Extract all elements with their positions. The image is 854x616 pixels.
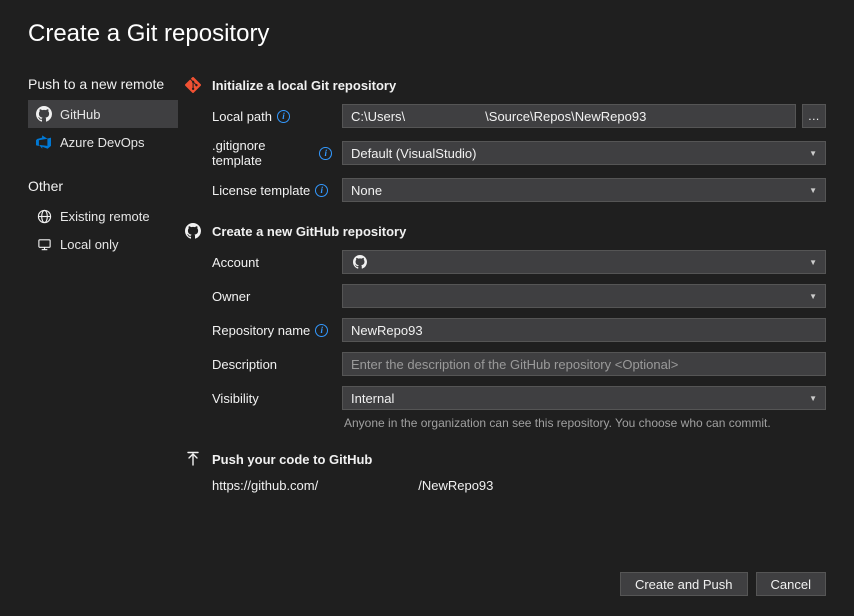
cancel-button[interactable]: Cancel [756,572,826,596]
local-path-prefix: C:\Users\ [351,109,405,124]
section-title-initialize: Initialize a local Git repository [212,78,396,93]
license-combo[interactable]: None ▼ [342,178,826,202]
repo-name-input[interactable] [342,318,826,342]
chevron-down-icon: ▼ [809,258,817,267]
info-icon[interactable]: i [315,324,328,337]
create-and-push-button[interactable]: Create and Push [620,572,748,596]
local-path-input[interactable]: C:\Users\ \Source\Repos\NewRepo93 [342,104,796,128]
github-icon [184,222,202,240]
visibility-label: Visibility [212,391,332,406]
account-label: Account [212,255,332,270]
owner-label: Owner [212,289,332,304]
browse-button[interactable]: ... [802,104,826,128]
footer: Create and Push Cancel [28,560,826,596]
info-icon[interactable]: i [277,110,290,123]
license-label: License template i [212,183,332,198]
sidebar-item-label: Local only [60,237,119,252]
page-title: Create a Git repository [28,20,826,48]
local-path-label: Local path i [212,109,332,124]
owner-combo[interactable]: ▼ [342,284,826,308]
section-github: Create a new GitHub repository Account ▼ [212,222,826,430]
visibility-combo[interactable]: Internal ▼ [342,386,826,410]
push-arrow-icon [184,450,202,468]
sidebar-heading-push: Push to a new remote [28,76,178,92]
chevron-down-icon: ▼ [809,149,817,158]
gitignore-label: .gitignore template i [212,138,332,168]
push-url-suffix: /NewRepo93 [418,478,493,493]
content: Initialize a local Git repository Local … [212,76,826,560]
sidebar-item-github[interactable]: GitHub [28,100,178,128]
section-initialize: Initialize a local Git repository Local … [212,76,826,202]
visibility-hint: Anyone in the organization can see this … [344,416,826,430]
section-title-push: Push your code to GitHub [212,452,372,467]
github-icon [351,253,369,271]
sidebar-heading-other: Other [28,178,178,194]
sidebar-item-label: Azure DevOps [60,135,145,150]
globe-icon [36,208,52,224]
description-label: Description [212,357,332,372]
sidebar-item-azure-devops[interactable]: Azure DevOps [28,128,178,156]
local-path-suffix: \Source\Repos\NewRepo93 [485,109,646,124]
section-push: Push your code to GitHub https://github.… [212,450,826,493]
chevron-down-icon: ▼ [809,394,817,403]
git-init-icon [184,76,202,94]
push-url: https://github.com/ /NewRepo93 [212,478,826,493]
section-title-github: Create a new GitHub repository [212,224,406,239]
sidebar-item-label: Existing remote [60,209,150,224]
description-input[interactable] [342,352,826,376]
sidebar: Push to a new remote GitHub Azure DevOps… [28,76,178,560]
account-combo[interactable]: ▼ [342,250,826,274]
chevron-down-icon: ▼ [809,292,817,301]
info-icon[interactable]: i [319,147,332,160]
github-icon [36,106,52,122]
computer-icon [36,236,52,252]
push-url-prefix: https://github.com/ [212,478,318,493]
sidebar-item-local-only[interactable]: Local only [28,230,178,258]
azure-devops-icon [36,134,52,150]
sidebar-item-existing-remote[interactable]: Existing remote [28,202,178,230]
info-icon[interactable]: i [315,184,328,197]
sidebar-item-label: GitHub [60,107,100,122]
repo-name-label: Repository name i [212,323,332,338]
chevron-down-icon: ▼ [809,186,817,195]
gitignore-combo[interactable]: Default (VisualStudio) ▼ [342,141,826,165]
